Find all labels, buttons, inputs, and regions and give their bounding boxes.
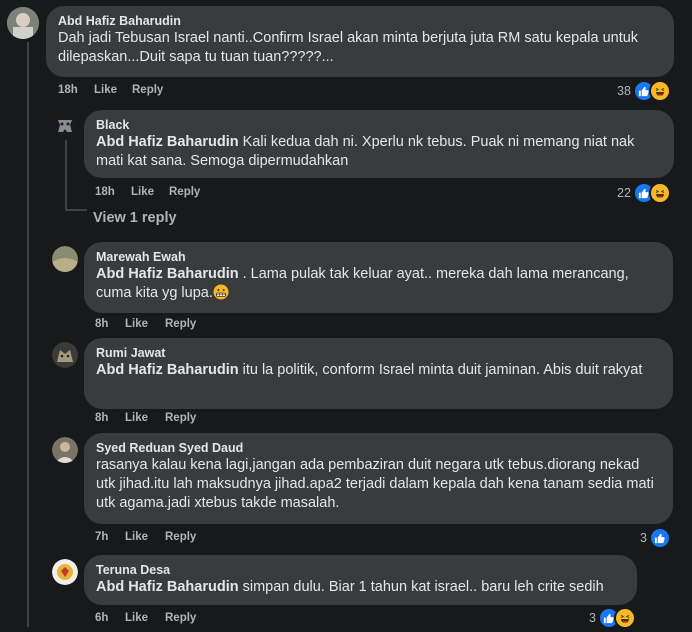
comment-actions: 8h Like Reply: [95, 412, 196, 424]
comment-actions: 6h Like Reply: [95, 612, 196, 624]
comment-actions: 8h Like Reply: [95, 318, 196, 330]
reaction-count: 3: [640, 531, 647, 545]
comment-timestamp[interactable]: 8h: [95, 412, 125, 424]
comment-timestamp[interactable]: 18h: [95, 186, 131, 198]
comment-actions: 18h Like Reply: [58, 84, 163, 96]
comment-actions: 7h Like Reply: [95, 531, 196, 543]
comment-bubble: Abd Hafiz Baharudin Dah jadi Tebusan Isr…: [46, 6, 674, 77]
comment-bubble: Black Abd Hafiz Baharudin Kali kedua dah…: [84, 110, 674, 178]
reply-button[interactable]: Reply: [165, 531, 196, 543]
reply-button[interactable]: Reply: [132, 84, 163, 96]
grimace-emoji-icon: [213, 284, 229, 306]
mention-link[interactable]: Abd Hafiz Baharudin: [96, 134, 239, 150]
reply-button[interactable]: Reply: [165, 318, 196, 330]
like-button[interactable]: Like: [125, 612, 165, 624]
view-replies-link[interactable]: View 1 reply: [93, 210, 177, 226]
comment-text: Abd Hafiz Baharudin Kali kedua dah ni. X…: [96, 133, 662, 171]
avatar[interactable]: [52, 437, 78, 463]
comment-author[interactable]: Black: [96, 117, 662, 133]
mention-link[interactable]: Abd Hafiz Baharudin: [96, 266, 239, 282]
reaction-summary[interactable]: 38: [617, 80, 671, 102]
comment-text: rasanya kalau kena lagi,jangan ada pemba…: [96, 457, 654, 511]
thread-line: [65, 209, 87, 211]
comment-actions: 18h Like Reply: [95, 186, 200, 198]
like-reaction-icon: [648, 527, 671, 549]
reaction-summary[interactable]: 22: [617, 182, 671, 204]
haha-reaction-icon: [648, 182, 671, 204]
comment-bubble: Marewah Ewah Abd Hafiz Baharudin . Lama …: [84, 242, 673, 313]
avatar[interactable]: [52, 113, 78, 139]
reaction-summary[interactable]: 3: [589, 607, 636, 629]
reply-button[interactable]: Reply: [169, 186, 200, 198]
comment-timestamp[interactable]: 6h: [95, 612, 125, 624]
like-button[interactable]: Like: [125, 412, 165, 424]
thread-line: [27, 42, 29, 627]
like-button[interactable]: Like: [125, 318, 165, 330]
like-button[interactable]: Like: [131, 186, 169, 198]
comment-bubble: Syed Reduan Syed Daud rasanya kalau kena…: [84, 433, 673, 524]
comment-author[interactable]: Rumi Jawat: [96, 345, 661, 361]
comment-author[interactable]: Abd Hafiz Baharudin: [58, 13, 662, 29]
comment-timestamp[interactable]: 18h: [58, 84, 94, 96]
comment-bubble: Rumi Jawat Abd Hafiz Baharudin itu la po…: [84, 338, 673, 409]
reply-button[interactable]: Reply: [165, 612, 196, 624]
comment-text: Abd Hafiz Baharudin . Lama pulak tak kel…: [96, 265, 661, 306]
haha-reaction-icon: [613, 607, 636, 629]
reaction-count: 38: [617, 84, 631, 98]
mention-link[interactable]: Abd Hafiz Baharudin: [96, 579, 239, 595]
avatar[interactable]: [52, 246, 78, 272]
thread-line: [65, 140, 67, 210]
haha-reaction-icon: [648, 80, 671, 102]
like-button[interactable]: Like: [125, 531, 165, 543]
comment-text: Abd Hafiz Baharudin itu la politik, conf…: [96, 361, 661, 380]
comment-text: Abd Hafiz Baharudin simpan dulu. Biar 1 …: [96, 578, 625, 597]
comment-text-body: itu la politik, conform Israel minta dui…: [238, 362, 643, 378]
like-button[interactable]: Like: [94, 84, 132, 96]
comment-author[interactable]: Syed Reduan Syed Daud: [96, 440, 661, 456]
reaction-count: 22: [617, 186, 631, 200]
comment-bubble: Teruna Desa Abd Hafiz Baharudin simpan d…: [84, 555, 637, 605]
comment-author[interactable]: Marewah Ewah: [96, 249, 661, 265]
mention-link[interactable]: Abd Hafiz Baharudin: [96, 362, 239, 378]
comment-timestamp[interactable]: 7h: [95, 531, 125, 543]
reply-button[interactable]: Reply: [165, 412, 196, 424]
comment-author[interactable]: Teruna Desa: [96, 562, 625, 578]
reaction-count: 3: [589, 611, 596, 625]
avatar[interactable]: [52, 559, 78, 585]
avatar[interactable]: [7, 7, 39, 39]
comment-text-body: simpan dulu. Biar 1 tahun kat israel.. b…: [238, 579, 604, 595]
avatar[interactable]: [52, 342, 78, 368]
comment-timestamp[interactable]: 8h: [95, 318, 125, 330]
comment-text: Dah jadi Tebusan Israel nanti..Confirm I…: [58, 30, 639, 65]
reaction-summary[interactable]: 3: [640, 527, 671, 549]
